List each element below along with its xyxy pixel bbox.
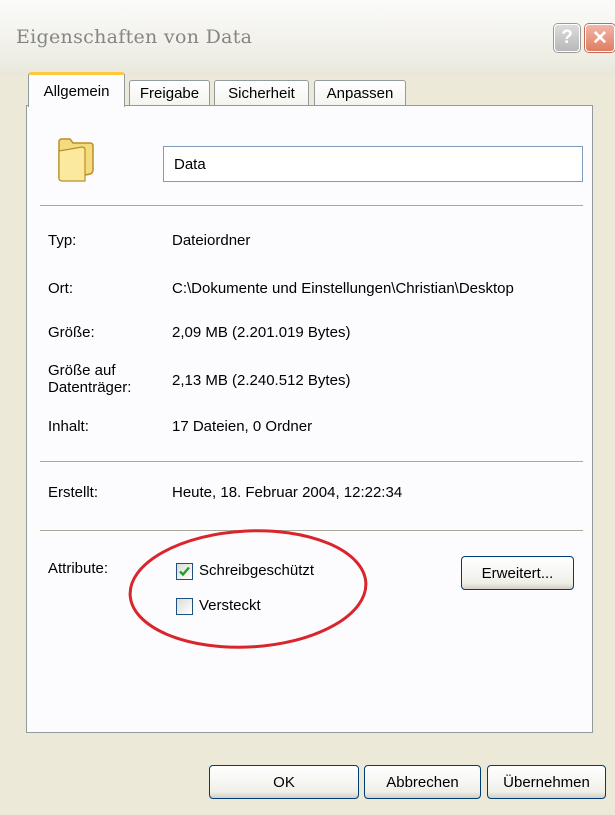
- typ-value: Dateiordner: [172, 232, 251, 249]
- tab-label: Allgemein: [43, 82, 110, 100]
- help-icon: ?: [561, 27, 573, 48]
- checkmark-icon: [179, 566, 190, 577]
- tab-allgemein[interactable]: Allgemein: [28, 72, 125, 107]
- inhalt-label: Inhalt:: [48, 418, 89, 435]
- properties-dialog: Eigenschaften von Data ? ✕ Allgemein Fre…: [0, 0, 615, 815]
- ok-button-label: OK: [273, 773, 295, 791]
- help-button[interactable]: ?: [554, 24, 580, 52]
- title-bar[interactable]: Eigenschaften von Data ? ✕: [0, 0, 615, 76]
- tab-label: Anpassen: [326, 85, 394, 102]
- folder-name-input[interactable]: [163, 146, 583, 182]
- typ-label: Typ:: [48, 232, 77, 249]
- read-only-label[interactable]: Schreibgeschützt: [199, 562, 314, 579]
- tab-anpassen[interactable]: Anpassen: [314, 80, 406, 106]
- hidden-label[interactable]: Versteckt: [199, 597, 261, 614]
- ok-button[interactable]: OK: [209, 765, 359, 799]
- close-button[interactable]: ✕: [585, 24, 615, 52]
- separator: [40, 205, 583, 207]
- attribute-label: Attribute:: [48, 560, 109, 577]
- folder-icon: [58, 138, 94, 182]
- cancel-button-label: Abbrechen: [386, 773, 459, 791]
- tab-freigabe[interactable]: Freigabe: [129, 80, 210, 106]
- hidden-checkbox[interactable]: [176, 598, 193, 615]
- tab-label: Freigabe: [139, 85, 200, 102]
- tab-label: Sicherheit: [228, 85, 295, 102]
- ort-label: Ort:: [48, 280, 73, 297]
- window-title: Eigenschaften von Data: [16, 26, 253, 48]
- close-icon: ✕: [592, 27, 608, 49]
- erstellt-label: Erstellt:: [48, 484, 99, 501]
- erstellt-value: Heute, 18. Februar 2004, 12:22:34: [172, 484, 403, 501]
- inhalt-value: 17 Dateien, 0 Ordner: [172, 418, 313, 435]
- advanced-button-label: Erweitert...: [481, 564, 554, 582]
- apply-button[interactable]: Übernehmen: [487, 765, 606, 799]
- groesse-datentraeger-value: 2,13 MB (2.240.512 Bytes): [172, 372, 351, 389]
- separator: [40, 461, 583, 463]
- advanced-button[interactable]: Erweitert...: [461, 556, 574, 590]
- groesse-label: Größe:: [48, 324, 95, 341]
- tab-sicherheit[interactable]: Sicherheit: [214, 80, 309, 106]
- apply-button-label: Übernehmen: [503, 773, 590, 791]
- groesse-value: 2,09 MB (2.201.019 Bytes): [172, 324, 351, 341]
- read-only-checkbox[interactable]: [176, 563, 193, 580]
- cancel-button[interactable]: Abbrechen: [364, 765, 481, 799]
- ort-value: C:\Dokumente und Einstellungen\Christian…: [172, 280, 514, 297]
- groesse-datentraeger-label: Größe auf Datenträger:: [48, 362, 132, 396]
- separator: [40, 530, 583, 532]
